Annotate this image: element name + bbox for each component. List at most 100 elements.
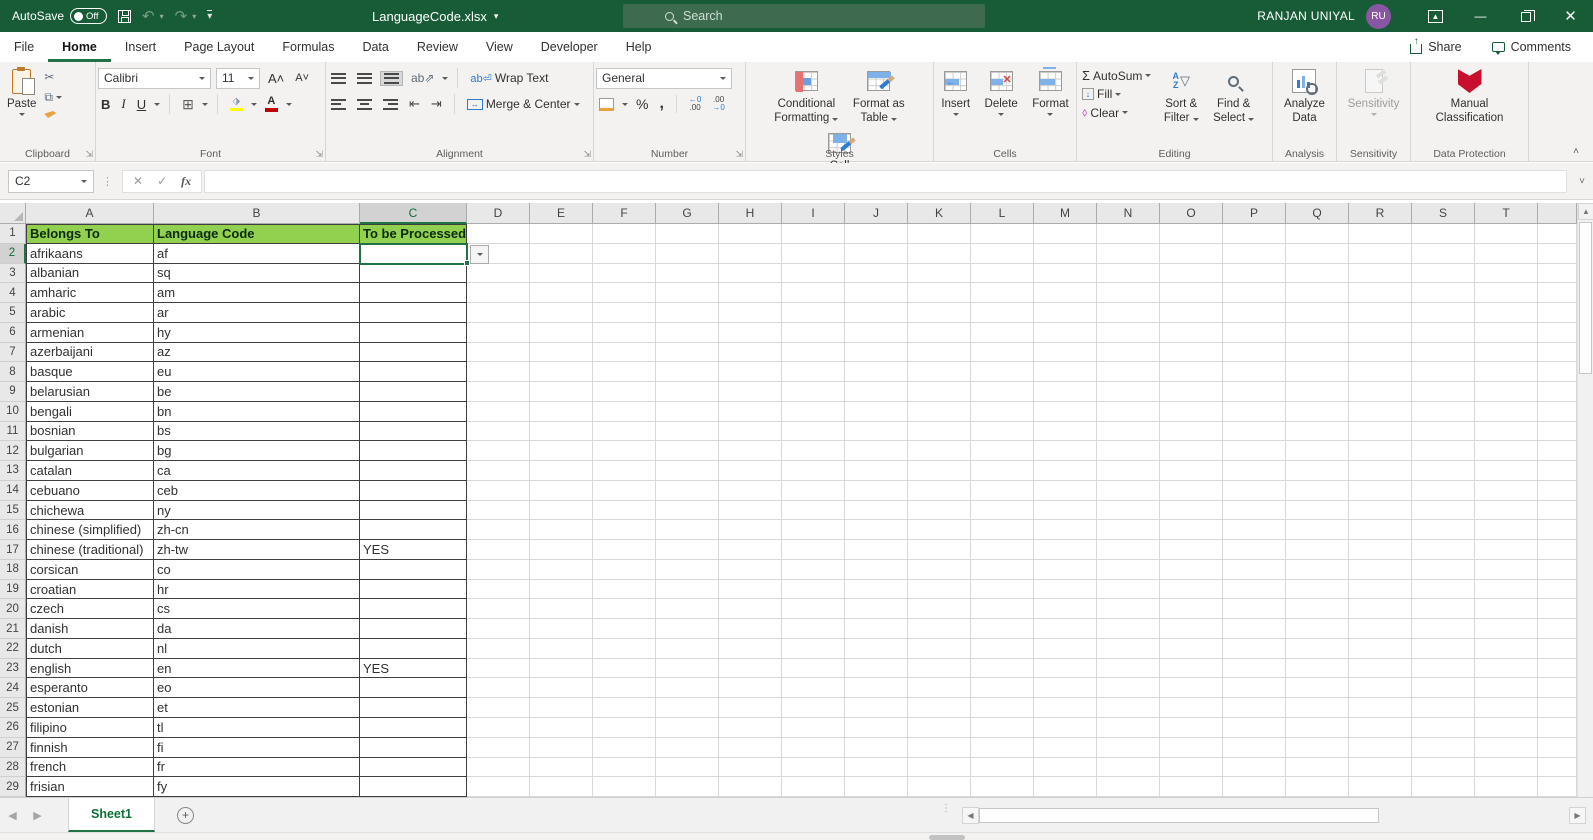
cell[interactable] — [719, 737, 782, 758]
cell[interactable] — [1097, 283, 1160, 304]
cell[interactable] — [971, 401, 1034, 422]
cell[interactable] — [593, 777, 656, 797]
cell[interactable] — [908, 520, 971, 541]
cell[interactable] — [360, 461, 467, 481]
cell[interactable]: sq — [154, 263, 360, 284]
column-header-R[interactable]: R — [1349, 203, 1412, 224]
cell[interactable] — [1160, 461, 1223, 481]
cell[interactable] — [467, 283, 530, 304]
cell[interactable]: amharic — [26, 283, 154, 304]
cell[interactable] — [656, 480, 719, 501]
cell[interactable] — [1412, 579, 1475, 600]
cell[interactable] — [845, 500, 908, 521]
vertical-scroll-thumb[interactable] — [1579, 222, 1592, 374]
cell[interactable] — [656, 243, 719, 264]
cell[interactable] — [1475, 757, 1538, 778]
cell[interactable] — [1349, 559, 1412, 580]
cell[interactable] — [971, 540, 1034, 560]
cell[interactable] — [530, 461, 593, 481]
merge-center-button[interactable]: ↔ Merge & Center — [464, 96, 583, 112]
cell[interactable] — [971, 342, 1034, 363]
cell[interactable] — [1475, 638, 1538, 659]
cell[interactable] — [593, 559, 656, 580]
cell[interactable] — [1412, 757, 1475, 778]
cell[interactable] — [530, 658, 593, 679]
column-header-H[interactable]: H — [719, 203, 782, 224]
cell[interactable]: dutch — [26, 638, 154, 659]
cell[interactable] — [467, 718, 530, 738]
cell[interactable] — [593, 737, 656, 758]
cell[interactable] — [782, 737, 845, 758]
cell[interactable] — [360, 619, 467, 639]
cell[interactable] — [1538, 263, 1577, 284]
cell[interactable] — [1286, 678, 1349, 699]
cell[interactable] — [467, 777, 530, 797]
cell[interactable] — [1160, 421, 1223, 442]
cell[interactable] — [719, 619, 782, 639]
cell[interactable]: bs — [154, 421, 360, 442]
cell[interactable] — [1412, 619, 1475, 639]
cell[interactable] — [782, 658, 845, 679]
cell[interactable]: tl — [154, 718, 360, 738]
cell[interactable] — [530, 619, 593, 639]
cell[interactable] — [908, 777, 971, 797]
cell[interactable]: filipino — [26, 718, 154, 738]
cell[interactable] — [782, 698, 845, 718]
orientation-dropdown-icon[interactable] — [442, 76, 449, 80]
cell[interactable] — [1349, 480, 1412, 501]
cell[interactable] — [719, 658, 782, 679]
row-header-6[interactable]: 6 — [0, 322, 26, 343]
column-header-B[interactable]: B — [154, 203, 360, 224]
row-header-18[interactable]: 18 — [0, 559, 26, 580]
cell[interactable] — [845, 283, 908, 304]
cell[interactable] — [1412, 540, 1475, 560]
cell[interactable] — [971, 678, 1034, 699]
cell[interactable] — [467, 619, 530, 639]
cell[interactable] — [908, 263, 971, 284]
restore-button[interactable] — [1503, 0, 1548, 32]
cell[interactable] — [1286, 579, 1349, 600]
cell[interactable] — [719, 342, 782, 363]
cell[interactable]: bosnian — [26, 421, 154, 442]
cell[interactable] — [1538, 342, 1577, 363]
cell[interactable] — [971, 559, 1034, 580]
cell[interactable] — [971, 362, 1034, 383]
cell[interactable]: ceb — [154, 480, 360, 501]
cell[interactable] — [1223, 678, 1286, 699]
cell[interactable] — [593, 718, 656, 738]
cell[interactable] — [360, 322, 467, 343]
cell[interactable] — [360, 698, 467, 718]
cell[interactable] — [1286, 777, 1349, 797]
tab-home[interactable]: Home — [48, 32, 111, 62]
cell[interactable] — [1223, 480, 1286, 501]
merge-center-dropdown-icon[interactable] — [573, 102, 580, 106]
cell[interactable] — [360, 678, 467, 699]
insert-function-button[interactable]: fx — [181, 174, 191, 189]
cell[interactable] — [1223, 737, 1286, 758]
cell[interactable] — [845, 401, 908, 422]
cell[interactable] — [1412, 322, 1475, 343]
cell[interactable] — [908, 599, 971, 620]
insert-dropdown-icon[interactable] — [952, 113, 959, 117]
cell[interactable] — [1097, 579, 1160, 600]
row-header-27[interactable]: 27 — [0, 737, 26, 758]
tab-page-layout[interactable]: Page Layout — [170, 32, 268, 62]
cell[interactable] — [1349, 658, 1412, 679]
cell[interactable] — [593, 500, 656, 521]
cell[interactable] — [971, 757, 1034, 778]
cell[interactable] — [1097, 559, 1160, 580]
cell[interactable] — [1160, 362, 1223, 383]
cell[interactable]: chinese (simplified) — [26, 520, 154, 541]
cell[interactable] — [719, 263, 782, 284]
add-sheet-button[interactable]: + — [177, 806, 194, 824]
cell[interactable] — [1286, 757, 1349, 778]
cell[interactable] — [719, 480, 782, 501]
cell[interactable] — [971, 658, 1034, 679]
cell[interactable] — [782, 263, 845, 284]
formula-bar-splitter[interactable]: ⋮ — [102, 175, 114, 188]
cell[interactable] — [1034, 224, 1097, 244]
cell[interactable] — [1538, 698, 1577, 718]
cell[interactable] — [1349, 401, 1412, 422]
number-format-select[interactable]: General — [596, 67, 732, 89]
cell[interactable] — [1412, 777, 1475, 797]
